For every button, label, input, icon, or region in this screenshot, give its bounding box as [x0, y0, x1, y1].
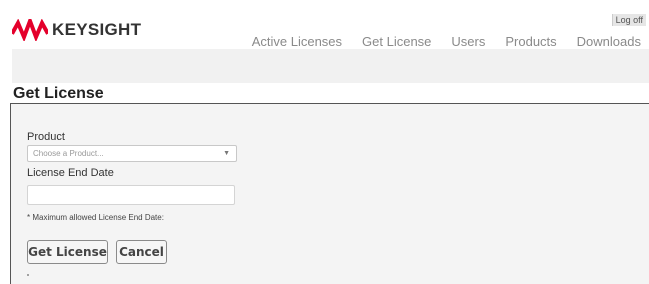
top-header: KEYSIGHT Log off Active Licenses Get Lic… [0, 0, 649, 49]
nav-item-products[interactable]: Products [505, 34, 556, 49]
header-band-gap [0, 49, 12, 83]
product-select[interactable]: Choose a Product... ▼ [27, 145, 237, 162]
max-date-note: * Maximum allowed License End Date: [27, 213, 164, 222]
nav-item-users[interactable]: Users [451, 34, 485, 49]
main-nav: Active Licenses Get License Users Produc… [232, 34, 641, 49]
end-date-input[interactable] [27, 185, 235, 205]
page-title: Get License [13, 85, 104, 102]
end-date-label: License End Date [27, 167, 114, 179]
keysight-wave-logo-icon [12, 19, 48, 41]
header-band [0, 49, 649, 83]
get-license-form: Product Choose a Product... ▼ License En… [10, 103, 649, 284]
brand-name: KEYSIGHT [52, 20, 142, 39]
get-license-button[interactable]: Get License [27, 240, 108, 264]
bullet-dot [27, 274, 29, 276]
product-select-placeholder: Choose a Product... [33, 149, 104, 158]
nav-item-active-licenses[interactable]: Active Licenses [252, 34, 342, 49]
nav-item-get-license[interactable]: Get License [362, 34, 431, 49]
nav-item-downloads[interactable]: Downloads [577, 34, 641, 49]
brand-logo[interactable]: KEYSIGHT [12, 16, 141, 44]
logoff-link[interactable]: Log off [611, 14, 646, 26]
product-label: Product [27, 131, 65, 143]
chevron-down-icon: ▼ [223, 150, 230, 157]
cancel-button[interactable]: Cancel [116, 240, 167, 264]
